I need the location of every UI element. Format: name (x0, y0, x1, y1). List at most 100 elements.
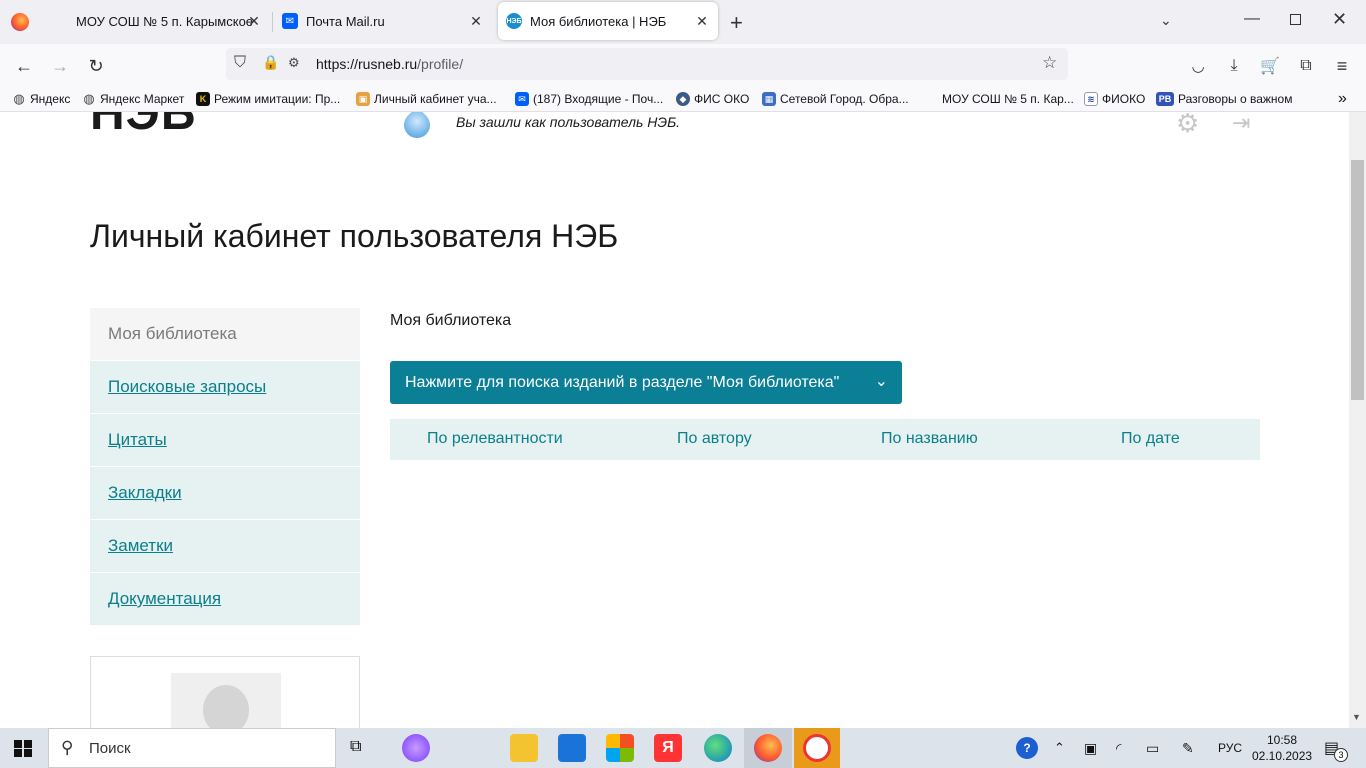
sort-title[interactable]: По названию (881, 430, 978, 448)
avatar[interactable] (171, 673, 281, 728)
firefox-menu-icon[interactable] (11, 13, 29, 31)
logout-icon[interactable]: ⇥ (1232, 112, 1250, 136)
new-tab-button[interactable]: + (730, 10, 743, 36)
sidebar-item-bookmarks[interactable]: Закладки (90, 467, 360, 519)
bookmark-conversations[interactable]: РВ Разговоры о важном (1156, 91, 1292, 107)
language-indicator[interactable]: РУС (1218, 728, 1242, 768)
menu-icon[interactable]: ≡ (1328, 52, 1356, 80)
address-bar[interactable]: ⛉ 🔒 ⚙ https://rusneb.ru/profile/ ☆ (226, 48, 1068, 80)
cart-icon[interactable]: 🛒 (1256, 52, 1284, 80)
sidebar-item-quotes[interactable]: Цитаты (90, 414, 360, 466)
tab-strip: МОУ СОШ № 5 п. Карымское ✕ ✉ Почта Mail.… (0, 0, 1366, 44)
clock-date: 02.10.2023 (1252, 749, 1313, 763)
clock-time: 10:58 (1266, 733, 1298, 747)
settings-icon[interactable]: ⚙ (1176, 112, 1199, 139)
tray-expand-icon[interactable]: ⌃ (1054, 728, 1065, 768)
pocket-icon[interactable]: ◡ (1184, 52, 1212, 80)
bookmark-network-city[interactable]: ▦ Сетевой Город. Обра... (762, 91, 909, 107)
clock[interactable]: 10:58 02.10.2023 (1252, 732, 1312, 764)
yandex-icon[interactable]: Я (654, 734, 682, 762)
close-icon[interactable]: ✕ (246, 13, 262, 29)
tab-label: МОУ СОШ № 5 п. Карымское (76, 13, 254, 29)
bookmark-cabinet[interactable]: ▣ Личный кабинет уча... (356, 91, 497, 107)
alice-icon[interactable] (402, 734, 430, 762)
list-tabs-icon[interactable]: ⌄ (1160, 12, 1172, 29)
reload-button[interactable]: ↻ (82, 52, 110, 80)
sort-author[interactable]: По автору (677, 430, 752, 448)
bookmark-school[interactable]: МОУ СОШ № 5 п. Кар... (942, 91, 1074, 107)
tab-school[interactable]: МОУ СОШ № 5 п. Карымское ✕ (60, 2, 270, 40)
mail-icon: ✉ (515, 92, 529, 106)
wifi-icon[interactable]: ◜ (1116, 728, 1121, 768)
close-icon[interactable]: ✕ (694, 13, 710, 29)
extensions-icon[interactable]: ⧉ (1292, 52, 1320, 80)
scroll-down-icon[interactable]: ▼ (1352, 712, 1361, 722)
globe-icon: ◍ (83, 91, 95, 106)
start-button[interactable] (14, 740, 32, 757)
search-icon: ⚲ (61, 738, 74, 757)
section-title: Моя библиотека (390, 312, 512, 329)
emblem-icon: ◆ (676, 92, 690, 106)
sidebar-item-notes[interactable]: Заметки (90, 520, 360, 572)
pen-icon[interactable]: ✎ (1182, 728, 1194, 768)
bookmark-inbox[interactable]: ✉ (187) Входящие - Поч... (515, 91, 663, 107)
rv-icon: РВ (1156, 92, 1174, 106)
lock-icon[interactable]: 🔒 (262, 54, 279, 71)
firefox-icon[interactable] (754, 734, 782, 762)
sort-date[interactable]: По дате (1121, 430, 1180, 448)
bookmark-yandex[interactable]: ◍ Яндекс (12, 91, 70, 107)
tab-neb[interactable]: НЭБ Моя библиотека | НЭБ ✕ (498, 2, 718, 40)
cube-icon: ▣ (356, 92, 370, 106)
download-icon[interactable]: ⤓ (1220, 52, 1248, 80)
task-view-icon[interactable]: ⧉ (350, 738, 361, 756)
tab-mail[interactable]: ✉ Почта Mail.ru ✕ (274, 2, 492, 40)
store-icon[interactable] (606, 734, 634, 762)
page-title: Личный кабинет пользователя НЭБ (90, 218, 619, 254)
user-avatar-icon[interactable] (398, 112, 436, 144)
close-icon[interactable]: ✕ (468, 13, 484, 29)
star-icon[interactable]: ☆ (1042, 53, 1057, 73)
sort-relevance[interactable]: По релевантности (427, 430, 563, 448)
chevron-down-icon: ⌄ (874, 373, 888, 390)
user-status: Вы зашли как пользователь НЭБ. (456, 114, 681, 130)
bookmark-imitation[interactable]: K Режим имитации: Пр... (196, 91, 340, 107)
taskbar: ⚲ Поиск ⧉ Я ? ⌃ ▣ ◜ ▭ ✎ РУС 10:58 02.10.… (0, 728, 1366, 768)
sort-bar: По релевантности По автору По названию П… (390, 419, 1260, 460)
help-icon[interactable]: ? (1016, 728, 1038, 768)
permissions-icon[interactable]: ⚙ (288, 55, 300, 71)
fioko-icon: ≋ (1084, 92, 1098, 106)
scrollbar-thumb[interactable] (1351, 160, 1364, 400)
sidebar-item-my-library[interactable]: Моя библиотека (90, 308, 360, 360)
forward-button[interactable]: → (46, 52, 74, 80)
neb-logo[interactable]: НЭБ (90, 112, 196, 141)
close-window-button[interactable]: ✕ (1332, 9, 1347, 30)
profile-card (90, 656, 360, 728)
battery-icon[interactable]: ▭ (1146, 728, 1159, 768)
tab-label: Моя библиотека | НЭБ (530, 13, 667, 29)
library-search-button[interactable]: Нажмите для поиска изданий в разделе "Мо… (390, 361, 902, 404)
minimize-button[interactable]: — (1244, 10, 1260, 28)
back-button[interactable]: ← (10, 52, 38, 80)
neb-icon: НЭБ (506, 13, 522, 29)
restore-button[interactable] (1290, 14, 1301, 25)
bookmark-yandex-market[interactable]: ◍ Яндекс Маркет (82, 91, 184, 107)
bookmark-fioko[interactable]: ≋ ФИОКО (1084, 91, 1145, 107)
profile-sidebar: Моя библиотека Поисковые запросы Цитаты … (90, 308, 360, 626)
bookmarks-toolbar: ◍ Яндекс ◍ Яндекс Маркет K Режим имитации: … (0, 86, 1366, 112)
page-content: НЭБ Вы зашли как пользователь НЭБ. ⚙ ⇥ Л… (0, 112, 1349, 728)
sidebar-item-search-queries[interactable]: Поисковые запросы (90, 361, 360, 413)
edge-icon[interactable] (704, 734, 732, 762)
more-bookmarks-icon[interactable]: » (1338, 90, 1347, 107)
tray-app-icon[interactable]: ▣ (1084, 728, 1097, 768)
sidebar-item-documentation[interactable]: Документация (90, 573, 360, 625)
tab-label: Почта Mail.ru (306, 13, 385, 29)
file-explorer-icon[interactable] (510, 734, 538, 762)
search-button-label: Нажмите для поиска изданий в разделе "Мо… (405, 373, 840, 391)
bookmark-fis-oko[interactable]: ◆ ФИС ОКО (676, 91, 749, 107)
shield-icon[interactable]: ⛉ (234, 54, 246, 72)
globe-icon: ◍ (13, 91, 25, 106)
taskbar-search[interactable]: ⚲ Поиск (48, 728, 336, 768)
mail-app-icon[interactable] (558, 734, 586, 762)
yandex-browser-icon[interactable] (803, 734, 831, 762)
url-text[interactable]: https://rusneb.ru/profile/ (316, 56, 463, 72)
